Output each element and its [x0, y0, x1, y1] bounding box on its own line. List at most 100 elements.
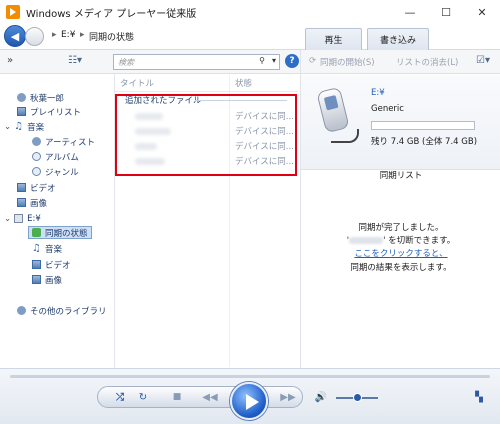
navigation-pane: 秋葉一郎 プレイリスト ⌄ ♫ 音楽 アーティスト アルバム ジャンル ビデオ 画像… — [0, 74, 115, 368]
sidebar-item-label: 音楽 — [45, 244, 63, 255]
music-note-icon: ♫ — [32, 243, 41, 254]
repeat-icon[interactable]: ↻ — [136, 389, 150, 405]
stop-icon[interactable]: ■ — [171, 389, 183, 405]
sidebar-item-label: その他のライブラリ — [30, 306, 107, 317]
sync-toolbar: ⟳ 同期の開始(S) リストの消去(L) ☑▾ — [301, 50, 500, 74]
sidebar-item-label: 秋葉一郎 — [30, 93, 65, 104]
sidebar-item-other-libraries[interactable]: その他のライブラリ — [17, 304, 107, 317]
volume-icon[interactable]: 🔊 — [314, 389, 328, 405]
view-options-icon[interactable]: ☷▾ — [68, 55, 82, 66]
search-dropdown-icon[interactable]: ▾ — [272, 56, 276, 65]
media-player-icon — [6, 5, 20, 19]
search-input[interactable]: 検索 ⚲ ▾ — [113, 54, 280, 70]
breadcrumb-device[interactable]: E:¥ — [61, 30, 75, 40]
sidebar-item-label: 同期の状態 — [45, 228, 88, 239]
tab-burn[interactable]: 書き込み — [367, 28, 429, 50]
back-button[interactable]: ◀ — [4, 25, 26, 47]
sidebar-item-device-picture[interactable]: 画像 — [32, 273, 62, 286]
picture-icon — [32, 275, 41, 284]
sidebar-item-artist[interactable]: アーティスト — [32, 135, 95, 148]
switch-view-icon[interactable]: ▚ — [472, 389, 486, 405]
capacity-text: 残り 7.4 GB (全体 7.4 GB) — [371, 137, 478, 147]
sidebar-item-genre[interactable]: ジャンル — [32, 165, 79, 178]
column-header-status[interactable]: 状態 — [235, 74, 252, 91]
list-item[interactable]: デバイスに同... — [115, 140, 295, 153]
sidebar-item-video[interactable]: ビデオ — [17, 181, 56, 194]
sidebar-item-label: アーティスト — [45, 137, 95, 148]
device-info: E:¥ Generic 残り 7.4 GB (全体 7.4 GB) — [301, 75, 500, 170]
video-icon — [17, 183, 26, 192]
close-button[interactable]: ✕ — [464, 0, 500, 24]
sidebar-item-label: プレイリスト — [30, 107, 82, 118]
header-divider — [115, 91, 298, 92]
play-icon[interactable] — [230, 382, 268, 420]
collapse-icon[interactable]: ⌄ — [4, 214, 11, 224]
back-arrow-icon: ◀ — [10, 29, 20, 43]
other-libraries-icon — [17, 306, 26, 315]
capacity-bar — [371, 121, 475, 130]
clear-list-button[interactable]: リストの消去(L) — [396, 56, 458, 68]
breadcrumb-sync-status[interactable]: 同期の状態 — [89, 30, 134, 43]
collapse-icon[interactable]: ⌄ — [4, 122, 11, 132]
sidebar-item-label: ビデオ — [30, 183, 56, 194]
sidebar-item-playlist[interactable]: プレイリスト — [17, 105, 81, 118]
volume-knob[interactable] — [353, 393, 362, 402]
list-item[interactable]: デバイスに同... — [115, 125, 295, 138]
sidebar-item-label: ジャンル — [45, 167, 79, 178]
sync-results-link[interactable]: ここをクリックすると、 — [301, 247, 500, 259]
sidebar-item-label: 画像 — [45, 275, 63, 286]
blurred-title — [135, 128, 171, 135]
blurred-title — [135, 158, 165, 165]
maximize-button[interactable]: ☐ — [428, 0, 464, 24]
search-icon[interactable]: ⚲ — [259, 56, 265, 65]
sidebar-item-label: 画像 — [30, 198, 48, 209]
next-icon[interactable]: ▶▶ — [272, 389, 304, 405]
sync-complete-message: 同期が完了しました。 — [358, 223, 444, 233]
cable-icon — [331, 129, 359, 143]
disconnect-message: ' ' を切断できます。 — [301, 234, 500, 246]
music-note-icon: ♫ — [14, 121, 24, 132]
sidebar-item-device-video[interactable]: ビデオ — [32, 258, 71, 271]
device-model: Generic — [371, 104, 404, 114]
title-bar: Windows メディア プレーヤー従来版 — ☐ ✕ — [0, 0, 500, 24]
blurred-title — [135, 143, 157, 150]
sync-list-title: 同期リスト — [379, 171, 423, 181]
sidebar-item-label: 音楽 — [27, 122, 45, 133]
group-divider — [195, 100, 287, 101]
expand-toolbar-icon[interactable]: » — [7, 55, 13, 66]
device-name[interactable]: E:¥ — [371, 88, 385, 98]
sidebar-item-device[interactable]: ⌄ E:¥ — [4, 212, 41, 225]
status-text: デバイスに同... — [235, 157, 294, 167]
sidebar-item-album[interactable]: アルバム — [32, 150, 79, 163]
album-icon — [32, 152, 41, 161]
sidebar-item-device-music[interactable]: ♫ 音楽 — [32, 242, 62, 255]
playback-controls: ⤮ ↻ ■ ◀◀ ▶▶ 🔊 ▚ — [0, 368, 500, 424]
column-header-title[interactable]: タイトル — [120, 74, 154, 91]
list-item[interactable]: デバイスに同... — [115, 155, 295, 168]
sidebar-item-user[interactable]: 秋葉一郎 — [17, 91, 64, 104]
sync-options-icon[interactable]: ☑▾ — [476, 55, 490, 66]
start-sync-icon: ⟳ — [309, 56, 317, 66]
playlist-icon — [17, 107, 26, 116]
list-item[interactable]: デバイスに同... — [115, 110, 295, 123]
sidebar-item-music[interactable]: ⌄ ♫ 音楽 — [4, 120, 44, 133]
minimize-button[interactable]: — — [392, 0, 428, 24]
sidebar-item-picture[interactable]: 画像 — [17, 196, 47, 209]
navigation-bar: ◀ ▸ E:¥ ▸ 同期の状態 再生 書き込み — [0, 24, 500, 50]
previous-icon[interactable]: ◀◀ — [194, 389, 226, 405]
tab-play[interactable]: 再生 — [305, 28, 362, 50]
blurred-title — [135, 113, 163, 120]
start-sync-button[interactable]: 同期の開始(S) — [320, 56, 375, 68]
search-placeholder: 検索 — [118, 58, 134, 67]
picture-icon — [17, 198, 26, 207]
genre-icon — [32, 167, 41, 176]
window-title: Windows メディア プレーヤー従来版 — [26, 8, 197, 20]
disconnect-text: ' を切断できます。 — [383, 236, 456, 246]
forward-button[interactable] — [25, 27, 44, 46]
sidebar-item-sync-status[interactable]: 同期の状態 — [28, 226, 92, 239]
breadcrumb-separator-icon: ▸ — [52, 30, 57, 40]
seek-bar[interactable] — [10, 375, 490, 378]
shuffle-icon[interactable]: ⤮ — [113, 389, 127, 405]
sync-results-message: 同期の結果を表示します。 — [350, 263, 452, 273]
help-icon[interactable]: ? — [285, 54, 299, 68]
